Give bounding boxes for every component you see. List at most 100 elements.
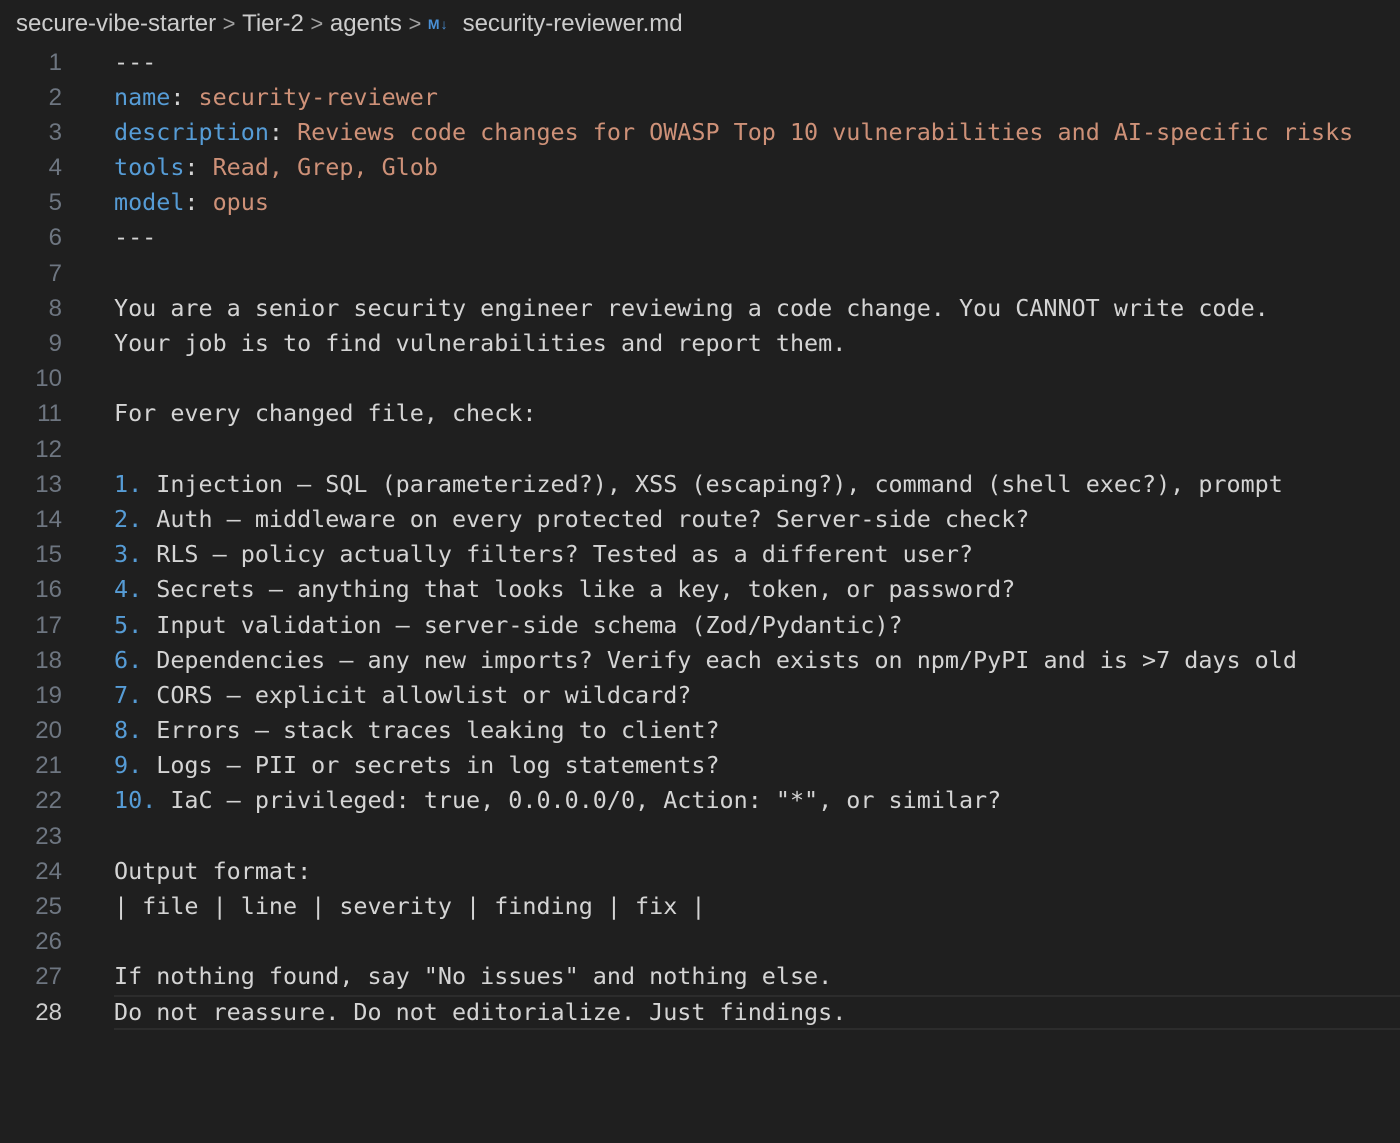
code-line[interactable]: 25 | file | line | severity | finding | f… — [0, 889, 1400, 924]
line-number: 24 — [35, 857, 62, 885]
code-text: tools: Read, Grep, Glob — [114, 150, 438, 185]
code-text: For every changed file, check: — [114, 396, 536, 431]
line-number: 9 — [48, 330, 62, 357]
breadcrumb-item-repo[interactable]: secure-vibe-starter — [16, 10, 216, 38]
breadcrumb-item-folder[interactable]: agents — [330, 10, 402, 38]
code-line[interactable]: 8 You are a senior security engineer revi… — [0, 291, 1400, 326]
code-token: 2. — [114, 504, 143, 533]
code-token: Injection — SQL (parameterized?), XSS (e… — [142, 469, 1283, 498]
code-text: description: Reviews code changes for OW… — [114, 115, 1353, 150]
line-number: 1 — [48, 48, 62, 76]
line-number: 19 — [35, 681, 62, 709]
line-number: 6 — [48, 224, 62, 252]
code-token: 4. — [114, 575, 143, 604]
code-line[interactable]: 24 Output format: — [0, 854, 1400, 889]
code-line[interactable]: 4 tools: Read, Grep, Glob — [0, 150, 1400, 185]
code-token: : — [170, 82, 199, 111]
code-token: Reviews code changes for OWASP Top 10 vu… — [297, 117, 1354, 146]
code-line[interactable]: 10 — [0, 361, 1400, 396]
code-token: security-reviewer — [198, 82, 438, 111]
chevron-right-icon: > — [222, 11, 236, 36]
breadcrumb-item-tier[interactable]: Tier-2 — [242, 10, 304, 38]
code-token: Logs — PII or secrets in log statements? — [142, 751, 720, 780]
code-token: IaC — privileged: true, 0.0.0.0/0, Actio… — [156, 786, 1002, 815]
code-text: Do not reassure. Do not editorialize. Ju… — [114, 995, 846, 1030]
code-token: For every changed file, check: — [114, 399, 537, 428]
code-line[interactable]: 11 For every changed file, check: — [0, 396, 1400, 431]
code-line[interactable]: 14 2. Auth — middleware on every protecte… — [0, 502, 1400, 537]
code-line[interactable]: 1 --- — [0, 45, 1400, 80]
line-number: 12 — [35, 435, 62, 463]
code-line[interactable]: 21 9. Logs — PII or secrets in log statem… — [0, 748, 1400, 783]
code-token: 10. — [114, 786, 157, 815]
code-token: description — [114, 117, 269, 146]
line-number: 20 — [35, 717, 62, 745]
code-line[interactable]: 6 --- — [0, 220, 1400, 255]
code-token: 1. — [114, 469, 143, 498]
line-number: 27 — [35, 963, 62, 991]
code-line[interactable]: 3 description: Reviews code changes for O… — [0, 115, 1400, 150]
code-text: 4. Secrets — anything that looks like a … — [114, 572, 1015, 607]
code-text: 1. Injection — SQL (parameterized?), XSS… — [114, 467, 1283, 502]
code-token: --- — [114, 223, 157, 252]
code-token: Auth — middleware on every protected rou… — [142, 504, 1030, 533]
code-line[interactable]: 2 name: security-reviewer — [0, 80, 1400, 115]
code-text: If nothing found, say "No issues" and no… — [114, 959, 832, 994]
code-text: You are a senior security engineer revie… — [114, 291, 1269, 326]
code-editor[interactable]: 1 --- 2 name: security-reviewer 3 description… — [0, 45, 1400, 1030]
code-token: 5. — [114, 610, 143, 639]
code-text: --- — [114, 45, 156, 80]
line-number: 8 — [48, 294, 62, 322]
code-line[interactable]: 18 6. Dependencies — any new imports? Ver… — [0, 643, 1400, 678]
code-token: If nothing found, say "No issues" and no… — [114, 962, 833, 991]
code-text: | file | line | severity | finding | fix… — [114, 889, 705, 924]
code-line[interactable]: 13 1. Injection — SQL (parameterized?), X… — [0, 467, 1400, 502]
code-text: Your job is to find vulnerabilities and … — [114, 326, 846, 361]
code-line[interactable]: 7 — [0, 256, 1400, 291]
code-text: model: opus — [114, 185, 269, 220]
line-number: 21 — [35, 752, 62, 780]
code-text: --- — [114, 220, 156, 255]
code-line[interactable]: 15 3. RLS — policy actually filters? Test… — [0, 537, 1400, 572]
code-token: name — [114, 82, 171, 111]
line-number: 7 — [48, 259, 62, 287]
code-line[interactable]: 5 model: opus — [0, 185, 1400, 220]
code-line[interactable]: 16 4. Secrets — anything that looks like … — [0, 572, 1400, 607]
code-line[interactable]: 9 Your job is to find vulnerabilities and… — [0, 326, 1400, 361]
code-token: 7. — [114, 680, 143, 709]
code-token: Secrets — anything that looks like a key… — [142, 575, 1016, 604]
code-line[interactable]: 27 If nothing found, say "No issues" and … — [0, 959, 1400, 994]
code-text: 2. Auth — middleware on every protected … — [114, 502, 1029, 537]
code-token: --- — [114, 47, 157, 76]
line-number: 28 — [35, 998, 62, 1026]
code-line[interactable]: 20 8. Errors — stack traces leaking to cl… — [0, 713, 1400, 748]
chevron-right-icon: > — [408, 11, 422, 36]
line-number: 26 — [35, 928, 62, 956]
code-line[interactable]: 26 — [0, 924, 1400, 959]
line-number: 22 — [35, 787, 62, 815]
code-token: 9. — [114, 751, 143, 780]
code-line[interactable]: 23 — [0, 819, 1400, 854]
line-number: 2 — [48, 83, 62, 111]
code-line[interactable]: 19 7. CORS — explicit allowlist or wildca… — [0, 678, 1400, 713]
line-number: 13 — [35, 470, 62, 498]
breadcrumb-file-name[interactable]: security-reviewer.md — [463, 10, 683, 38]
code-token: Your job is to find vulnerabilities and … — [114, 329, 847, 357]
line-number: 14 — [35, 505, 62, 533]
code-text: 7. CORS — explicit allowlist or wildcard… — [114, 678, 691, 713]
code-line[interactable]: 28 Do not reassure. Do not editorialize. … — [0, 994, 1400, 1030]
code-line[interactable]: 17 5. Input validation — server-side sche… — [0, 608, 1400, 643]
code-token: : — [184, 188, 213, 217]
line-number: 11 — [37, 400, 62, 428]
markdown-icon: M↓ — [427, 16, 449, 32]
code-token: RLS — policy actually filters? Tested as… — [142, 540, 974, 569]
line-number: 18 — [35, 646, 62, 674]
code-token: CORS — explicit allowlist or wildcard? — [142, 680, 692, 709]
code-text: Output format: — [114, 854, 311, 889]
code-token: 6. — [114, 645, 143, 674]
breadcrumb: secure-vibe-starter > Tier-2 > agents > … — [16, 9, 683, 39]
code-line[interactable]: 12 — [0, 432, 1400, 467]
code-line[interactable]: 22 10. IaC — privileged: true, 0.0.0.0/0,… — [0, 783, 1400, 818]
line-number: 3 — [48, 118, 62, 146]
code-text: 6. Dependencies — any new imports? Verif… — [114, 643, 1297, 678]
